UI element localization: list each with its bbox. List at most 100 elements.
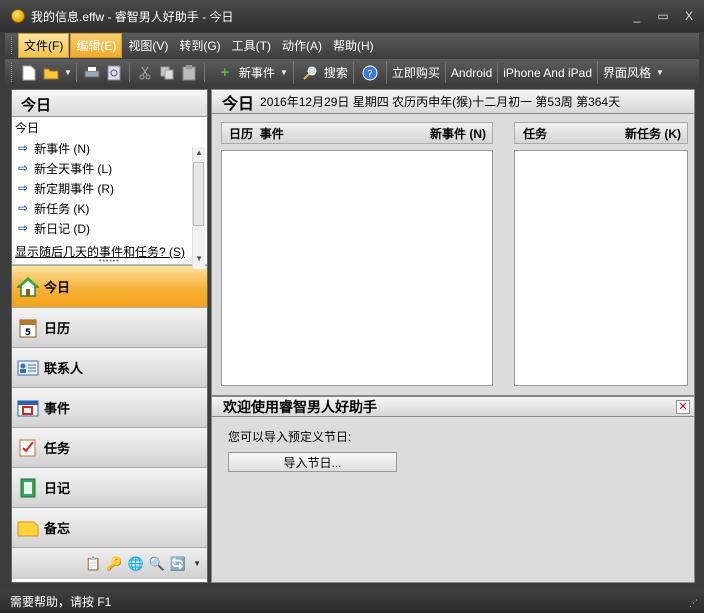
list-item[interactable]: ⇨ 新任务 (K) — [18, 198, 207, 218]
menu-view[interactable]: 视图(V) — [123, 34, 173, 57]
nav-calendar[interactable]: 5 日历 — [12, 307, 207, 347]
print-icon[interactable] — [84, 65, 100, 81]
events-col-labels: 日历 事件 — [229, 125, 284, 142]
tasks-list[interactable] — [514, 150, 688, 386]
new-diary-link[interactable]: 新日记 (D) — [34, 220, 90, 237]
today-header: 今日 2016年12月29日 星期四 农历丙申年(猴)十二月初一 第53周 第3… — [211, 89, 695, 114]
key-icon[interactable]: 🔑 — [106, 556, 122, 572]
minimize-button[interactable]: _ — [626, 9, 648, 23]
chevron-down-icon[interactable]: ▼ — [193, 559, 201, 568]
toolbar-separator — [75, 63, 77, 82]
new-allday-event-link[interactable]: 新全天事件 (L) — [34, 160, 112, 177]
android-button[interactable]: Android — [444, 62, 497, 83]
toolbar-grip[interactable] — [11, 63, 14, 82]
welcome-header: 欢迎使用睿智男人好助手 ✕ — [211, 396, 695, 417]
globe-icon[interactable]: 🌐 — [128, 556, 144, 572]
menu-goto[interactable]: 转到(G) — [174, 34, 225, 57]
chevron-down-icon[interactable]: ▼ — [64, 68, 72, 77]
skin-label: 界面风格 — [603, 66, 652, 80]
search-button[interactable]: 搜索 — [292, 61, 353, 84]
menu-edit[interactable]: 编辑(E) — [70, 33, 123, 58]
iphone-ipad-button[interactable]: iPhone And iPad — [497, 62, 597, 83]
arrow-right-icon: ⇨ — [18, 221, 29, 235]
print-preview-icon[interactable] — [106, 65, 122, 81]
window-title: 我的信息.effw - 睿智男人好助手 - 今日 — [31, 9, 234, 24]
new-recurring-event-link[interactable]: 新定期事件 (R) — [34, 180, 114, 197]
event-icon — [16, 396, 40, 420]
nav-calendar-label: 日历 — [44, 321, 71, 336]
new-task-link[interactable]: 新任务 (K) — [34, 200, 89, 217]
copy-icon[interactable] — [159, 65, 175, 81]
new-event-button[interactable]: + 新事件 ▼ — [209, 61, 293, 84]
list-item[interactable]: ⇨ 新定期事件 (R) — [18, 178, 207, 198]
tasks-header: 任务 新任务 (K) — [514, 122, 688, 144]
nav-memo[interactable]: 备忘 — [12, 507, 207, 547]
svg-text:?: ? — [367, 69, 372, 80]
scroll-thumb[interactable] — [193, 162, 204, 226]
nav-tasks[interactable]: 任务 — [12, 427, 207, 467]
chevron-down-icon: ▼ — [656, 68, 664, 77]
events-header: 日历 事件 新事件 (N) — [221, 122, 493, 144]
today-content: 日历 事件 新事件 (N) 任务 新任务 (K) — [211, 114, 695, 396]
left-panel: 今日 今日 ⇨ 新事件 (N) ⇨ 新全天事件 (L) ⇨ 新定期事件 (R) ⇨ 新任… — [11, 89, 208, 583]
events-list[interactable] — [221, 150, 493, 386]
nav-events[interactable]: 事件 — [12, 387, 207, 427]
note-icon[interactable]: 📋 — [85, 556, 101, 572]
col-event-label: 事件 — [259, 126, 284, 141]
nav-contacts[interactable]: 联系人 — [12, 347, 207, 387]
menu-file[interactable]: 文件(F) — [18, 33, 70, 58]
welcome-title: 欢迎使用睿智男人好助手 — [223, 398, 377, 415]
arrow-right-icon: ⇨ — [18, 161, 29, 175]
nav-events-label: 事件 — [44, 401, 71, 416]
sync-icon[interactable]: 🔄 — [170, 556, 186, 572]
new-event-header-link[interactable]: 新事件 (N) — [430, 125, 486, 142]
nav-diary[interactable]: 日记 — [12, 467, 207, 507]
welcome-panel: 您可以导入预定义节日: 导入节日... — [211, 417, 695, 583]
help-button[interactable]: ? — [352, 61, 386, 84]
title-bar: 我的信息.effw - 睿智男人好助手 - 今日 _ ▭ X — [0, 0, 704, 32]
toolbar-separator — [128, 63, 130, 82]
welcome-info: 您可以导入预定义节日: — [228, 430, 352, 444]
arrow-right-icon: ⇨ — [18, 141, 29, 155]
scroll-down-icon[interactable]: ▼ — [195, 254, 203, 263]
list-item[interactable]: ⇨ 新全天事件 (L) — [18, 158, 207, 178]
menu-tools[interactable]: 工具(T) — [227, 34, 276, 57]
scroll-up-icon[interactable]: ▲ — [195, 148, 203, 157]
menu-action[interactable]: 动作(A) — [277, 34, 327, 57]
splitter-grip[interactable]: •••••• — [99, 258, 120, 265]
new-event-label: 新事件 — [238, 66, 275, 80]
app-icon — [11, 9, 25, 23]
close-button[interactable]: X — [678, 9, 700, 23]
open-folder-icon[interactable] — [43, 65, 59, 81]
arrow-right-icon: ⇨ — [18, 181, 29, 195]
status-text: 需要帮助，请按 F1 — [10, 594, 112, 609]
nav-contacts-label: 联系人 — [44, 361, 84, 376]
menu-grip[interactable] — [11, 37, 14, 54]
list-item[interactable]: ⇨ 新日记 (D) — [18, 218, 207, 238]
menu-help[interactable]: 帮助(H) — [328, 34, 379, 57]
menu-bar: 文件(F) 编辑(E) 视图(V) 转到(G) 工具(T) 动作(A) 帮助(H… — [5, 33, 699, 58]
import-holidays-button[interactable]: 导入节日... — [228, 452, 397, 472]
paste-icon[interactable] — [181, 64, 197, 81]
page-title: 今日 — [222, 95, 255, 113]
resize-grip-icon[interactable]: ⋰ — [689, 598, 698, 609]
calendar-icon: 5 — [16, 316, 40, 340]
list-item[interactable]: ⇨ 新事件 (N) — [18, 138, 207, 158]
buy-now-button[interactable]: 立即购买 — [385, 61, 445, 84]
toolbar: ▼ + 新事件 ▼ 搜索 ? 立即购买 Android iPhone And i… — [5, 59, 699, 86]
home-icon — [16, 275, 40, 299]
nav-shortcut-bar: 📋 🔑 🌐 🔍 🔄 ▼ — [12, 547, 207, 579]
today-quick-box: 今日 ⇨ 新事件 (N) ⇨ 新全天事件 (L) ⇨ 新定期事件 (R) ⇨ 新任务 (… — [12, 117, 207, 269]
search-icon[interactable]: 🔍 — [149, 556, 165, 572]
nav-today[interactable]: 今日 — [12, 265, 207, 307]
new-task-header-link[interactable]: 新任务 (K) — [625, 125, 681, 142]
search-icon — [302, 65, 318, 81]
col-task-label: 任务 — [523, 126, 548, 141]
cut-icon[interactable] — [137, 65, 153, 81]
new-event-link[interactable]: 新事件 (N) — [34, 140, 90, 157]
close-icon[interactable]: ✕ — [676, 399, 690, 414]
new-document-icon[interactable] — [21, 65, 37, 81]
maximize-button[interactable]: ▭ — [652, 9, 674, 23]
today-action-list: ⇨ 新事件 (N) ⇨ 新全天事件 (L) ⇨ 新定期事件 (R) ⇨ 新任务 (K) … — [12, 138, 207, 238]
skin-button[interactable]: 界面风格 ▼ — [597, 61, 669, 84]
